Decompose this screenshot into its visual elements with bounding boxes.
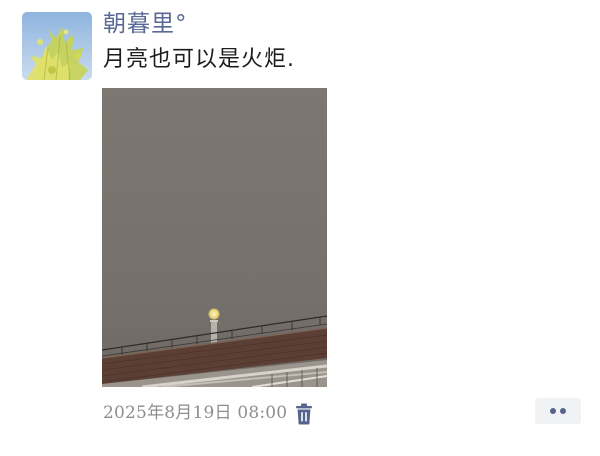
more-dots-icon (560, 408, 566, 414)
more-dots-icon (550, 408, 556, 414)
post-photo[interactable] (102, 88, 327, 387)
moon-over-rooftop-photo (102, 88, 327, 387)
post-text: 月亮也可以是火炬. (103, 47, 295, 72)
more-actions-button[interactable] (535, 398, 581, 424)
trash-icon (296, 403, 312, 425)
avatar-image (22, 12, 92, 80)
post-timestamp: 2025年8月19日 08:00 (103, 403, 288, 423)
avatar[interactable] (22, 12, 92, 80)
moon (208, 308, 220, 320)
moments-post: 朝暮里° 月亮也可以是火炬. 2025年8月19日 08:00 (0, 0, 600, 456)
delete-button[interactable] (293, 402, 315, 426)
author-name[interactable]: 朝暮里° (103, 9, 188, 39)
